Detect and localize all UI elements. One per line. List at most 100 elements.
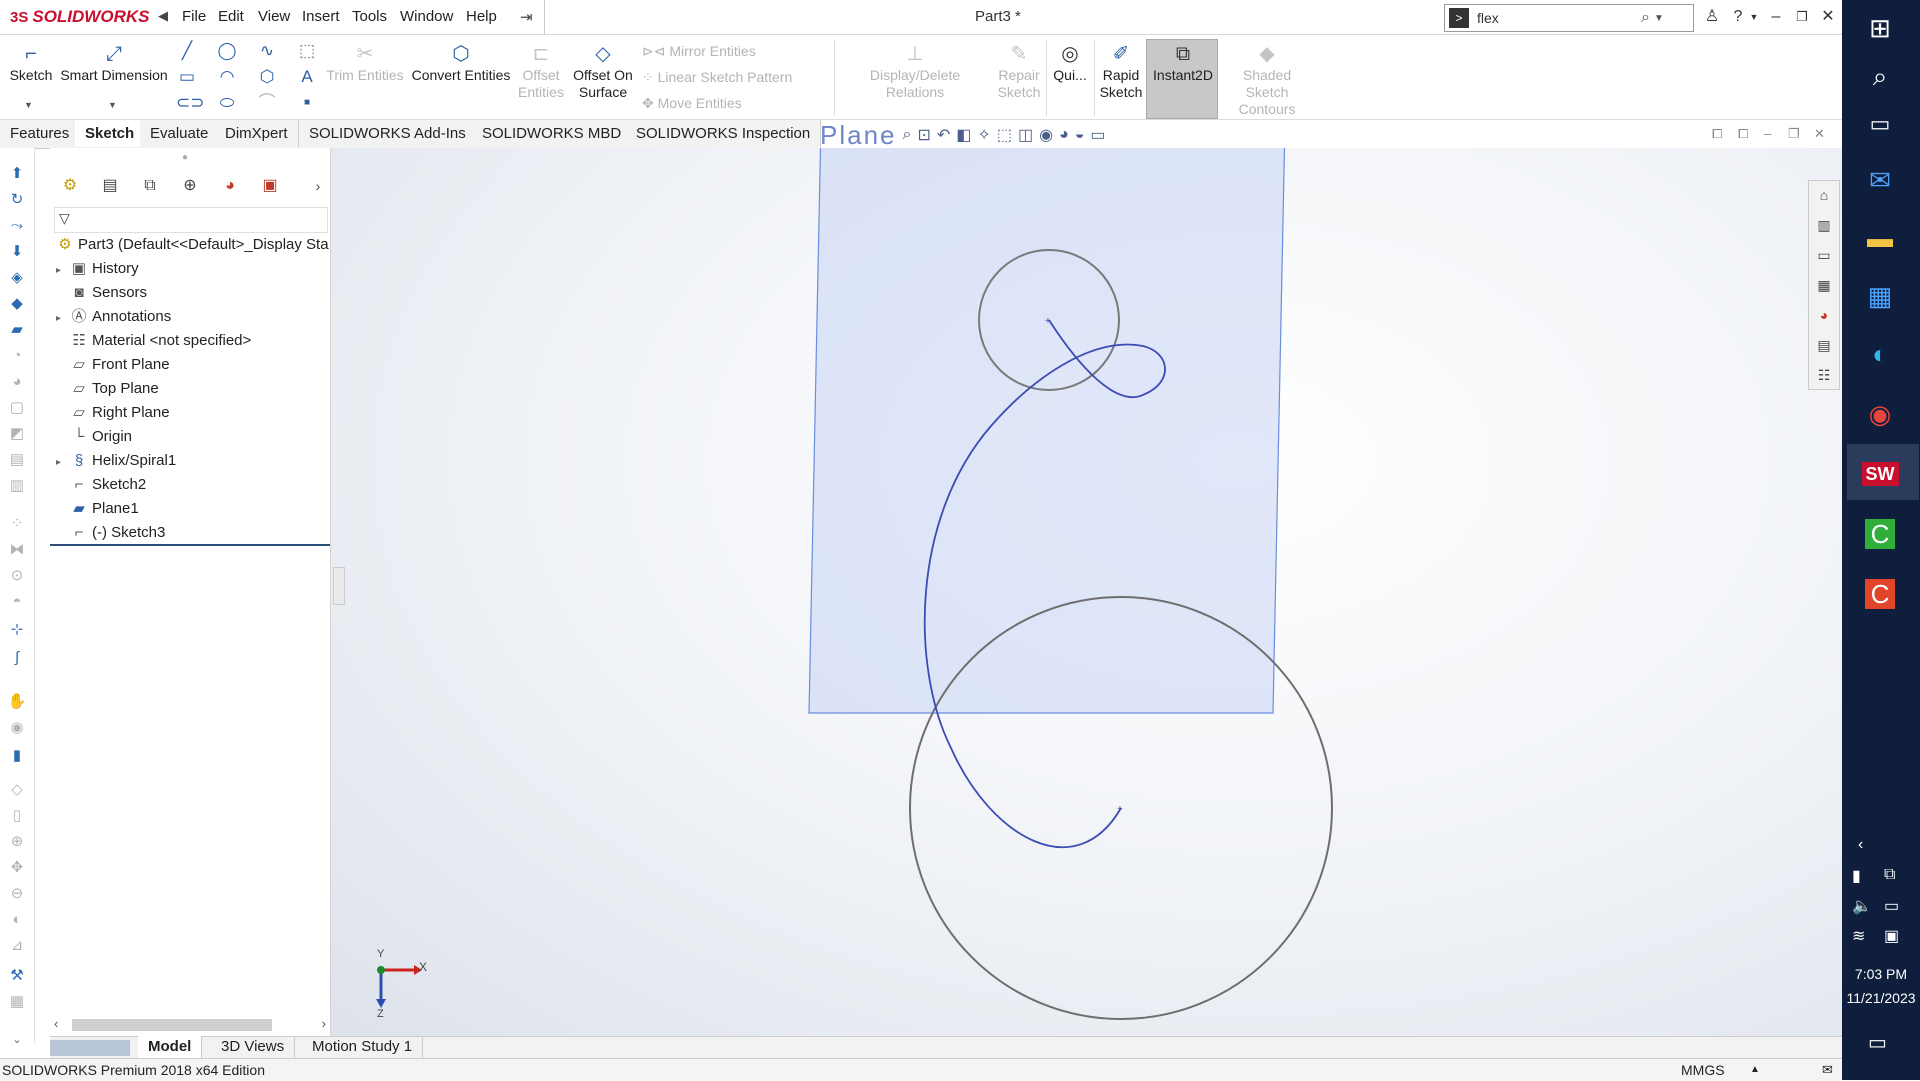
edge-browser-icon[interactable]: ◐ <box>1856 330 1904 378</box>
reference-geometry-icon[interactable]: ⊹ <box>7 620 27 640</box>
indent-icon[interactable]: ◐ <box>7 910 27 930</box>
linear-sketch-pattern-button[interactable]: ⁘ Linear Sketch Pattern <box>642 69 792 86</box>
usb-icon[interactable]: ▮ <box>1852 866 1861 886</box>
extrude-icon[interactable]: ⬆ <box>7 164 27 184</box>
rectangle-icon[interactable]: ▭ <box>176 66 198 88</box>
minimize-icon[interactable]: – <box>1766 7 1786 27</box>
notifications-icon[interactable]: ▭ <box>1868 1030 1887 1055</box>
feature-tree-tab-icon[interactable]: ⚙ <box>58 174 82 198</box>
display-delete-relations-button[interactable]: ⊥ Display/Delete Relations <box>840 43 990 101</box>
taskbar-clock-date[interactable]: 11/21/2023 <box>1842 990 1920 1006</box>
status-message-icon[interactable]: ✉ <box>1822 1059 1833 1081</box>
task-view-icon[interactable]: ▭ <box>1856 100 1904 148</box>
rapid-sketch-button[interactable]: ✐ Rapid Sketch <box>1098 43 1144 101</box>
apply-scene-icon[interactable]: ◒ <box>1075 126 1085 144</box>
wrap-icon[interactable]: ▥ <box>7 476 27 496</box>
viewport-split-icon[interactable]: ⧠ <box>1738 126 1748 142</box>
tab-add-ins[interactable]: SOLIDWORKS Add-Ins <box>299 120 477 147</box>
instant3d-icon[interactable]: ✋ <box>7 692 27 712</box>
file-explorer-icon[interactable]: ▭ <box>1814 245 1834 265</box>
design-library-icon[interactable]: ▥ <box>1814 215 1834 235</box>
draft-icon[interactable]: ◩ <box>7 424 27 444</box>
volume-icon[interactable]: 🔈 <box>1852 896 1872 916</box>
panel-collapse-handle[interactable] <box>333 567 345 605</box>
mass-properties-icon[interactable]: ▦ <box>7 992 27 1012</box>
mail-app-icon[interactable]: ✉ <box>1856 156 1904 204</box>
remote-icon[interactable]: ⧉ <box>1884 866 1895 884</box>
circle-icon[interactable]: ◯ <box>216 40 238 62</box>
slot-icon[interactable]: ⊂⊃ <box>176 92 205 114</box>
deform-icon[interactable]: ◉ <box>7 718 27 738</box>
zoom-to-fit-icon[interactable]: ⌕ <box>903 126 912 144</box>
section-view-icon[interactable]: ◧ <box>956 125 971 145</box>
edit-appearance-icon[interactable]: ◕ <box>1059 126 1069 144</box>
menu-window[interactable]: Window <box>392 0 461 34</box>
tree-item-front-plane[interactable]: ▱ Front Plane <box>56 354 169 376</box>
expand-arrow-icon[interactable]: ▸ <box>56 260 70 282</box>
measure-icon[interactable]: ⚒ <box>7 966 27 986</box>
search-box[interactable]: > ⌕ ▼ <box>1444 4 1694 32</box>
curves-icon[interactable]: ∫ <box>7 648 27 668</box>
menu-view[interactable]: View <box>250 0 298 34</box>
tree-filter[interactable]: ▽ <box>54 207 328 233</box>
delete-body-icon[interactable]: ⊖ <box>7 884 27 904</box>
arc-icon[interactable]: ◠ <box>216 66 238 88</box>
tab-mbd[interactable]: SOLIDWORKS MBD <box>472 120 633 147</box>
trim-entities-button[interactable]: ✂ Trim Entities <box>326 43 404 84</box>
scroll-left-icon[interactable]: ‹ <box>54 1016 58 1031</box>
custom-properties-icon[interactable]: ▤ <box>1814 335 1834 355</box>
search-input[interactable] <box>1475 9 1639 27</box>
panel-grip-icon[interactable]: ● <box>182 152 188 163</box>
hole-icon[interactable]: ⊙ <box>7 566 27 586</box>
close-icon[interactable]: ✕ <box>1818 7 1838 27</box>
tab-sketch[interactable]: Sketch <box>75 120 146 147</box>
tree-item-right-plane[interactable]: ▱ Right Plane <box>56 402 169 424</box>
camtasia-green-icon[interactable]: C <box>1856 510 1904 558</box>
mirror-feature-icon[interactable]: ⧓ <box>7 540 27 560</box>
sketch-dropdown-icon[interactable]: ▼ <box>24 100 33 110</box>
menu-tools[interactable]: Tools <box>344 0 395 34</box>
revolve-icon[interactable]: ↻ <box>7 190 27 210</box>
menu-edit[interactable]: Edit <box>210 0 252 34</box>
dome-icon[interactable]: ◓ <box>7 592 27 612</box>
tab-inspection[interactable]: SOLIDWORKS Inspection <box>626 120 822 147</box>
tree-item-material[interactable]: ☷ Material <not specified> <box>56 330 251 352</box>
graphics-area[interactable]: + + X Y Z <box>331 148 1842 1043</box>
tree-horizontal-scrollbar[interactable]: ‹ › <box>52 1016 328 1034</box>
fillet-icon[interactable]: ⌒ <box>256 92 278 114</box>
pin-icon[interactable]: ⇥ <box>520 8 533 26</box>
surface-icon[interactable]: ▰ <box>7 320 27 340</box>
hide-show-items-icon[interactable]: ◉ <box>1039 125 1053 145</box>
expand-more-icon[interactable]: ⌄ <box>7 1030 27 1050</box>
dimxpert-tab-icon[interactable]: ⊕ <box>178 174 202 198</box>
tree-item-sketch3[interactable]: ⌐ (-) Sketch3 <box>56 522 166 544</box>
offset-on-surface-button[interactable]: ◇ Offset On Surface <box>570 43 636 101</box>
forum-icon[interactable]: ☷ <box>1814 365 1834 385</box>
ellipse-icon[interactable]: ⬭ <box>216 92 238 114</box>
viewport-tile-icon[interactable]: ⧠ <box>1712 126 1722 142</box>
text-icon[interactable]: A <box>296 66 318 88</box>
mirror-entities-button[interactable]: ⊳⊲ Mirror Entities <box>642 43 756 60</box>
tab-model[interactable]: Model <box>138 1036 203 1058</box>
rib-icon[interactable]: ▤ <box>7 450 27 470</box>
point-icon[interactable]: ■ <box>296 92 318 114</box>
spline-icon[interactable]: ∿ <box>256 40 278 62</box>
loft-icon[interactable]: ◈ <box>7 268 27 288</box>
camera-icon[interactable]: ▣ <box>1884 926 1899 946</box>
split-icon[interactable]: ▯ <box>7 806 27 826</box>
viewport-close-icon[interactable]: ✕ <box>1814 126 1825 142</box>
tree-item-origin[interactable]: └ Origin <box>56 426 132 448</box>
search-dropdown-icon[interactable]: ▼ <box>1654 13 1664 24</box>
tabs-more-icon[interactable]: › <box>306 174 330 198</box>
resources-home-icon[interactable]: ⌂ <box>1814 185 1834 205</box>
windows-search-icon[interactable]: ⌕ <box>1856 52 1904 100</box>
tab-3d-views[interactable]: 3D Views <box>211 1036 296 1058</box>
menu-expand-icon[interactable]: ◀ <box>158 8 168 24</box>
fillet-feature-icon[interactable]: ◔ <box>7 346 27 366</box>
camtasia-red-icon[interactable]: C <box>1856 570 1904 618</box>
configuration-manager-tab-icon[interactable]: ⧉ <box>138 174 162 198</box>
smart-dimension-button[interactable]: ⤢ Smart Dimension <box>60 43 168 84</box>
offset-entities-button[interactable]: ⊏ Offset Entities <box>515 43 567 101</box>
tab-dimxpert[interactable]: DimXpert <box>215 120 299 147</box>
pattern-icon[interactable]: ⁘ <box>7 514 27 534</box>
